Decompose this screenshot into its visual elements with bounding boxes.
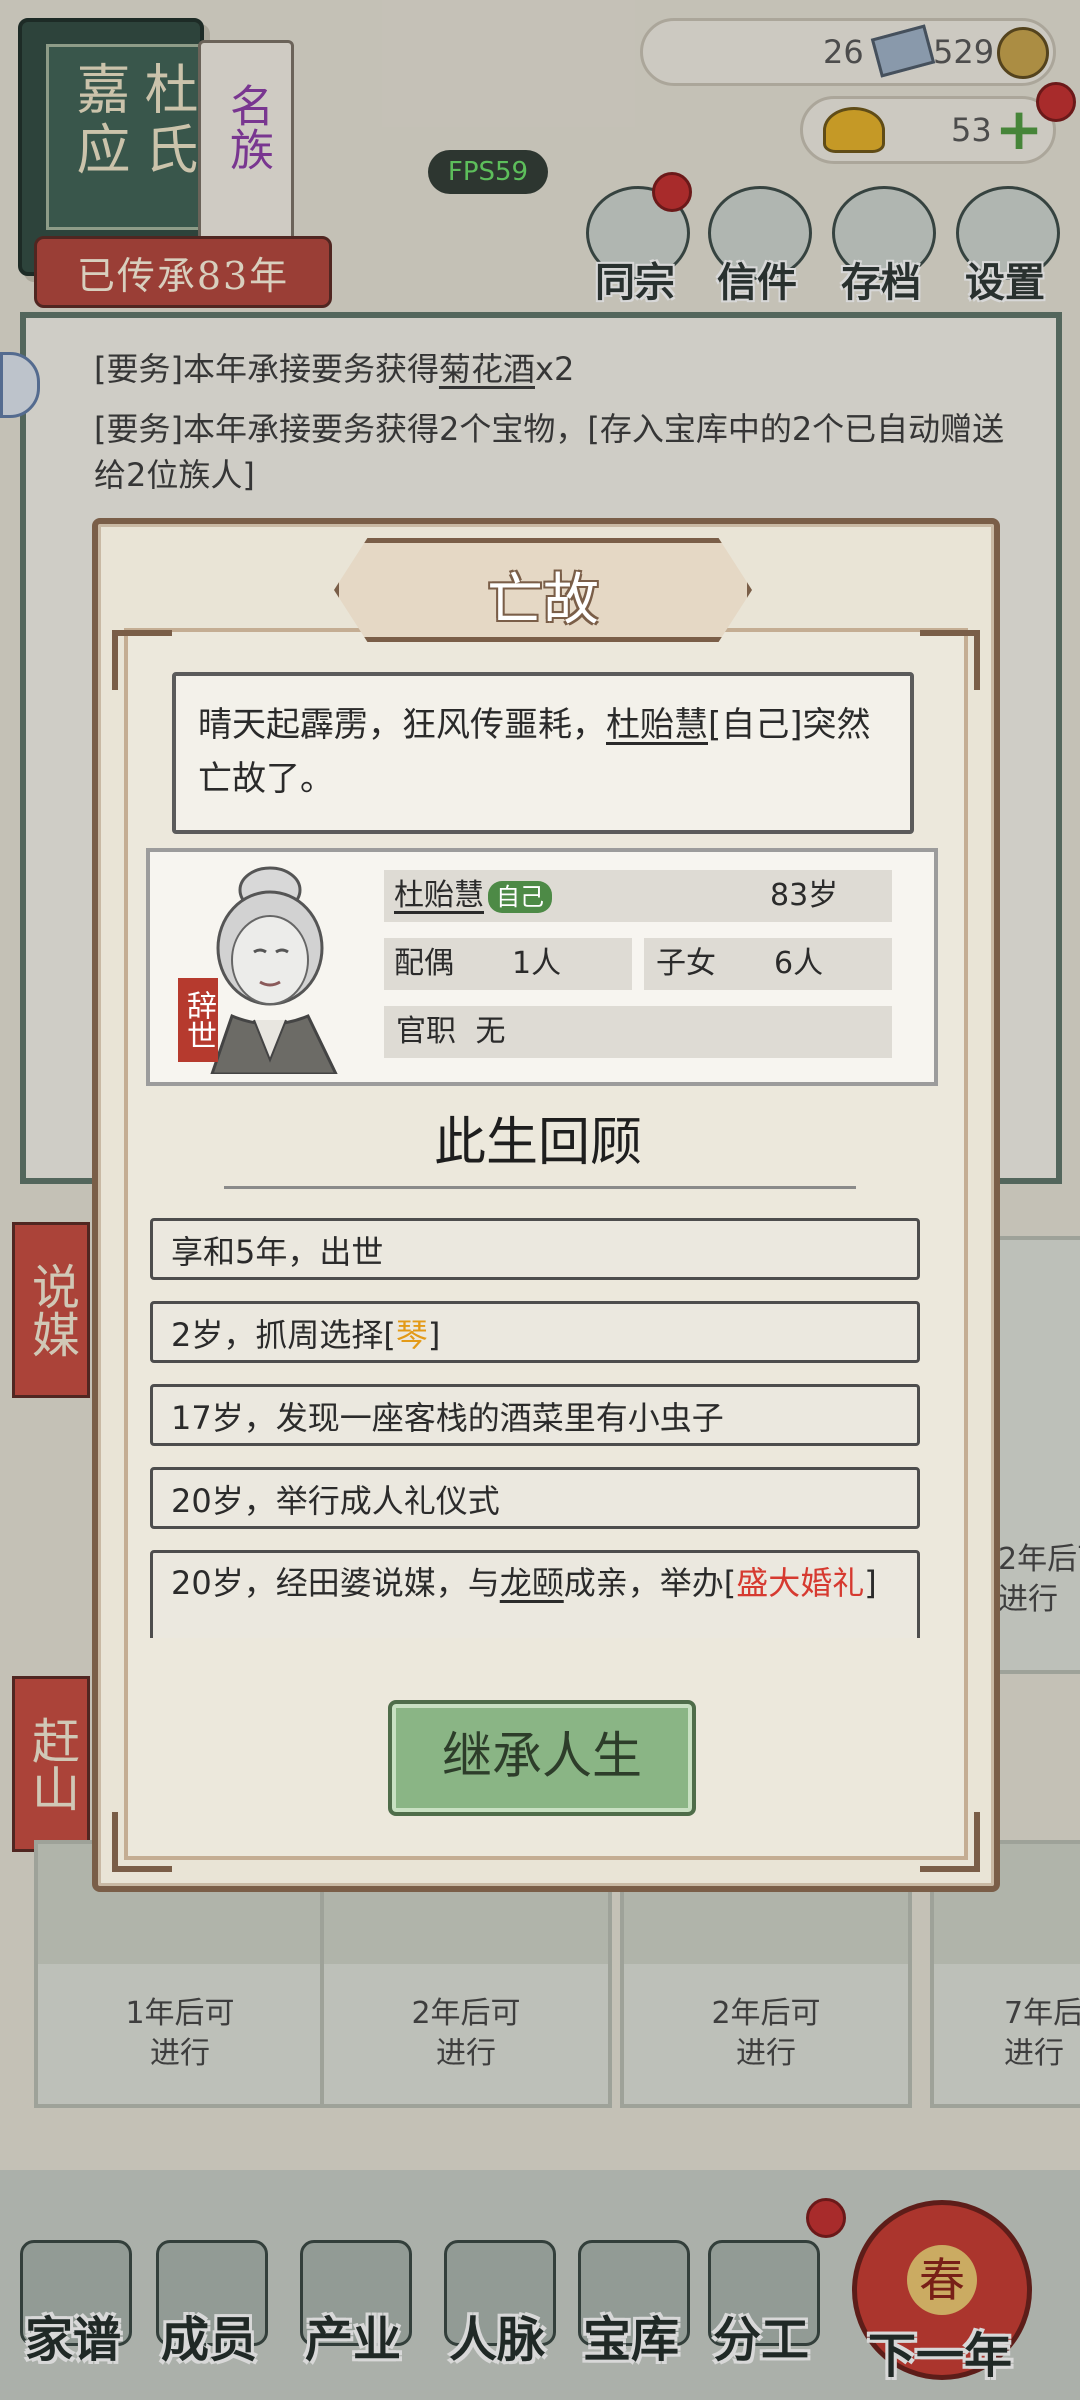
children-row: 子女 6人	[644, 938, 892, 990]
inherit-life-button[interactable]: 继承人生	[388, 1700, 696, 1816]
list-item: 享和5年，出世	[150, 1218, 920, 1280]
frame-corner	[920, 630, 980, 690]
list-item: 20岁，举行成人礼仪式	[150, 1467, 920, 1529]
list-item: 17岁，发现一座客栈的酒菜里有小虫子	[150, 1384, 920, 1446]
item-highlight: 琴	[395, 1316, 428, 1354]
person-name[interactable]: 杜贻慧	[394, 878, 484, 913]
frame-corner	[112, 1812, 172, 1872]
list-item: 2岁，抓周选择[琴]	[150, 1301, 920, 1363]
person-link[interactable]: 杜贻慧	[606, 705, 708, 745]
list-item: 20岁，经田婆说媒，与龙颐成亲，举办[盛大婚礼]	[150, 1550, 920, 1638]
self-badge: 自己	[488, 880, 552, 913]
death-message: 晴天起霹雳，狂风传噩耗，杜贻慧[自己]突然亡故了。	[172, 672, 914, 834]
title-divider	[224, 1166, 856, 1189]
office-row: 官职 无	[384, 1006, 892, 1058]
person-age: 83岁	[770, 878, 839, 913]
life-events-list[interactable]: 享和5年，出世 2岁，抓周选择[琴] 17岁，发现一座客栈的酒菜里有小虫子 20…	[150, 1218, 930, 1638]
children-count: 6人	[774, 946, 824, 981]
deceased-seal: 辞世	[178, 978, 218, 1062]
dialog-title: 亡故	[487, 568, 599, 633]
office-value: 无	[475, 1014, 506, 1049]
frame-corner	[112, 630, 172, 690]
person-card: 辞世 杜贻慧 自己 83岁 配偶 1人 子女 6人 官职 无	[146, 848, 938, 1086]
dialog-title-plate: 亡故	[334, 538, 752, 642]
frame-corner	[920, 1812, 980, 1872]
spouse-link[interactable]: 龙颐	[500, 1564, 564, 1602]
spouse-count: 1人	[512, 946, 562, 981]
wedding-highlight: 盛大婚礼	[736, 1564, 865, 1602]
spouse-row: 配偶 1人	[384, 938, 632, 990]
life-review-title: 此生回顾	[433, 1113, 642, 1173]
person-name-row: 杜贻慧 自己 83岁	[384, 870, 892, 922]
